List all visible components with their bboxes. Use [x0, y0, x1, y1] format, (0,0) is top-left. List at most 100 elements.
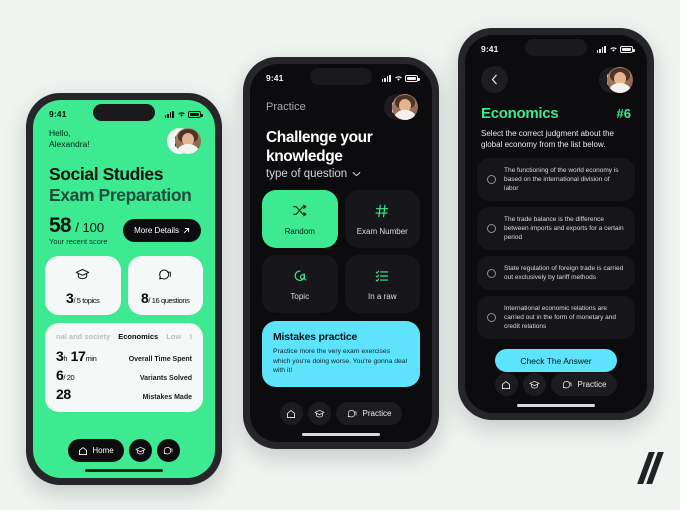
avatar[interactable] — [392, 94, 418, 120]
subject-title: Economics — [481, 105, 559, 122]
wifi-icon — [177, 112, 185, 117]
status-bar: 9:41 — [465, 35, 647, 59]
nav-item-home[interactable]: Home — [68, 439, 124, 462]
answer-text: International economic relations are car… — [504, 305, 617, 330]
home-indicator — [85, 468, 163, 472]
battery-icon — [620, 45, 635, 53]
stat-unit-a: / 20 — [63, 373, 75, 382]
topics-card[interactable]: 3/ 5 topics — [45, 256, 121, 315]
nav-item-home[interactable] — [494, 373, 518, 396]
subject-tab-0[interactable]: nal and society — [56, 332, 110, 341]
nav-item-topics[interactable] — [522, 373, 546, 396]
nav-item-practice[interactable]: Practice — [335, 402, 403, 425]
avatar[interactable] — [607, 66, 633, 93]
battery-icon — [405, 74, 420, 82]
header-title: Practice — [266, 101, 306, 113]
stat-value: 6/ 20 — [56, 367, 75, 383]
question-type-selector[interactable]: type of question — [266, 168, 416, 180]
score-line: 58 / 100 — [49, 214, 108, 238]
check-answer-button[interactable]: Check The Answer — [495, 349, 617, 372]
stat-label: Overall Time Spent — [128, 356, 192, 363]
dynamic-island — [310, 68, 372, 85]
back-button[interactable] — [481, 66, 508, 93]
answer-option[interactable]: The trade balance is the difference betw… — [477, 207, 635, 250]
quiz-bubble-icon — [163, 446, 173, 454]
avatar[interactable] — [175, 128, 201, 154]
header-actions — [384, 94, 418, 120]
questions-unit: / 16 questions — [148, 296, 190, 305]
subject-tabs[interactable]: nal and society Economics Low Social rel — [56, 332, 192, 341]
option-topic[interactable]: Topic — [262, 255, 338, 313]
stat-value-b: 17 — [70, 348, 86, 364]
stat-label: Mistakes Made — [142, 394, 192, 401]
subject-tab-1[interactable]: Economics — [118, 332, 158, 341]
option-in-a-raw[interactable]: In a raw — [344, 255, 420, 313]
option-random-label: Random — [284, 226, 315, 236]
more-details-button[interactable]: More Details — [123, 218, 201, 242]
question-text: Select the correct judgment about the gl… — [481, 129, 614, 149]
wifi-icon — [609, 47, 617, 52]
option-exam-number-label: Exam Number — [356, 226, 408, 236]
radio-icon[interactable] — [487, 313, 496, 322]
check-answer-label: Check The Answer — [520, 355, 592, 366]
option-random[interactable]: Random — [262, 190, 338, 248]
dynamic-island — [525, 39, 587, 56]
phone-mockup-question: 9:41 Economics #6 Select the correct jud… — [458, 28, 654, 420]
quiz-bubble-icon — [562, 380, 571, 388]
radio-icon[interactable] — [487, 268, 496, 278]
option-in-a-raw-label: In a raw — [368, 291, 397, 301]
answer-text: State regulation of foreign trade is car… — [504, 265, 624, 281]
status-bar: 9:41 — [33, 100, 215, 124]
header-actions — [167, 128, 201, 154]
page-title-line-1: Social Studies — [49, 164, 164, 184]
status-bar: 9:41 — [250, 64, 432, 88]
chevron-down-icon — [352, 172, 361, 177]
score-total: / 100 — [75, 220, 105, 235]
nav-item-practice[interactable]: Practice — [550, 373, 618, 396]
phone3-header — [465, 59, 647, 93]
page-title-line-1: Challenge your — [266, 129, 373, 146]
answer-option[interactable]: The functioning of the world economy is … — [477, 158, 635, 201]
nav-item-topics[interactable] — [307, 402, 331, 425]
cellular-signal-icon — [381, 74, 391, 82]
dynamic-island — [93, 104, 155, 121]
topic-search-icon — [293, 268, 307, 284]
stat-value: 3h 17min — [56, 348, 97, 364]
status-icons — [164, 110, 203, 118]
bottom-nav: Practice — [250, 402, 432, 425]
questions-card[interactable]: 8/ 16 questions — [127, 256, 203, 315]
stats-card: nal and society Economics Low Social rel… — [45, 323, 203, 412]
page-title-line-2: Exam Preparation — [49, 185, 192, 205]
mistakes-practice-card[interactable]: Mistakes practice Practice more the very… — [262, 321, 420, 387]
question-header: Economics #6 — [465, 93, 647, 122]
nav-item-topics[interactable] — [128, 439, 152, 462]
option-exam-number[interactable]: Exam Number — [344, 190, 420, 248]
radio-icon[interactable] — [487, 175, 496, 184]
graduation-cap-icon — [135, 446, 146, 454]
phone-mockup-practice: 9:41 Practice Challenge your knowledge t… — [243, 57, 439, 449]
hash-icon — [375, 203, 389, 219]
greeting: Hello, Alexandra! — [49, 128, 90, 150]
nav-practice-label: Practice — [577, 380, 607, 389]
chevron-left-icon — [491, 74, 497, 85]
answer-option[interactable]: International economic relations are car… — [477, 296, 635, 339]
stat-unit-a: h — [63, 354, 68, 363]
promo-text: Practice more the very exam exercises wh… — [273, 348, 408, 374]
answer-text: The functioning of the world economy is … — [504, 167, 619, 192]
radio-icon[interactable] — [487, 224, 496, 233]
quiz-bubble-icon — [347, 409, 356, 417]
status-icons — [381, 74, 420, 82]
shuffle-icon — [292, 203, 307, 219]
subject-tab-2[interactable]: Low — [166, 332, 181, 341]
poster-canvas: 9:41 Hello, Alexandra! Social Studies Ex… — [0, 0, 680, 510]
page-title-line-2: knowledge — [266, 147, 343, 165]
nav-item-practice[interactable] — [156, 439, 180, 462]
answer-option[interactable]: State regulation of foreign trade is car… — [477, 256, 635, 290]
answer-text: The trade balance is the difference betw… — [504, 216, 624, 241]
phone1-header: Hello, Alexandra! — [33, 124, 215, 154]
double-slash-logo — [637, 452, 664, 484]
stat-unit-b: min — [85, 354, 97, 363]
subject-tab-3[interactable]: Social rel — [189, 332, 192, 341]
nav-item-home[interactable] — [279, 402, 303, 425]
home-icon — [79, 446, 88, 455]
